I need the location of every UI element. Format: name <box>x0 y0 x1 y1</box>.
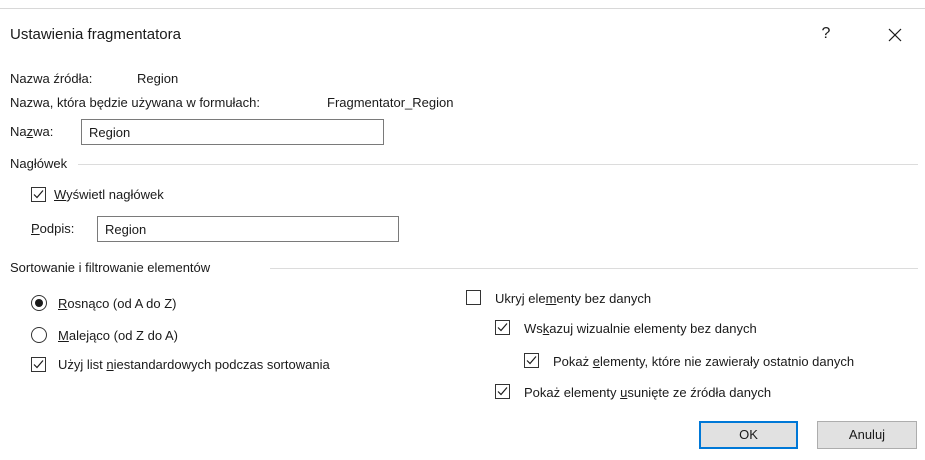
checkmark-icon <box>33 190 44 199</box>
slicer-settings-dialog: Ustawienia fragmentatora ? Nazwa źródła:… <box>0 0 925 460</box>
help-icon: ? <box>821 25 831 42</box>
show-header-checkbox[interactable] <box>31 187 46 202</box>
show-deleted-items-checkbox[interactable] <box>495 384 510 399</box>
checkmark-icon <box>526 356 537 365</box>
radio-selected-dot <box>35 299 43 307</box>
formula-name-label: Nazwa, która będzie używana w formułach: <box>10 95 261 110</box>
ok-button[interactable]: OK <box>699 421 798 449</box>
show-header-label[interactable]: Wyświetl nagłówek <box>54 187 164 202</box>
sort-ascending-label[interactable]: Rosnąco (od A do Z) <box>58 296 177 311</box>
title-bar: Ustawienia fragmentatora ? <box>0 8 925 58</box>
formula-name-value: Fragmentator_Region <box>327 95 454 110</box>
close-button[interactable] <box>875 21 915 49</box>
help-button[interactable]: ? <box>812 21 840 47</box>
custom-lists-label[interactable]: Użyj list niestandardowych podczas sorto… <box>58 357 330 372</box>
name-input[interactable] <box>81 119 384 145</box>
checkmark-icon <box>497 387 508 396</box>
sort-descending-radio[interactable] <box>31 327 47 343</box>
sort-descending-label[interactable]: Malejąco (od Z do A) <box>58 328 178 343</box>
header-group-divider <box>78 164 918 165</box>
sort-group-divider <box>270 268 918 269</box>
custom-lists-checkbox[interactable] <box>31 357 46 372</box>
show-deleted-items-label[interactable]: Pokaż elementy usunięte ze źródła danych <box>524 385 771 400</box>
checkmark-icon <box>33 360 44 369</box>
dialog-title: Ustawienia fragmentatora <box>10 26 181 43</box>
indicate-items-no-data-checkbox[interactable] <box>495 320 510 335</box>
caption-input[interactable] <box>97 216 399 242</box>
sort-ascending-radio[interactable] <box>31 295 47 311</box>
sort-group-title: Sortowanie i filtrowanie elementów <box>10 260 211 275</box>
show-items-no-data-last-label[interactable]: Pokaż elementy, które nie zawierały osta… <box>553 354 854 369</box>
hide-items-no-data-checkbox[interactable] <box>466 290 481 305</box>
indicate-items-no-data-label[interactable]: Wskazuj wizualnie elementy bez danych <box>524 321 757 336</box>
name-label: Nazwa: <box>10 124 54 139</box>
source-name-label: Nazwa źródła: <box>10 71 93 86</box>
checkmark-icon <box>497 323 508 332</box>
show-items-no-data-last-checkbox[interactable] <box>524 353 539 368</box>
hide-items-no-data-label[interactable]: Ukryj elementy bez danych <box>495 291 651 306</box>
header-group-title: Nagłówek <box>10 156 68 171</box>
caption-label: Podpis: <box>31 221 75 236</box>
source-name-value: Region <box>137 71 179 86</box>
close-icon <box>888 28 902 42</box>
cancel-button[interactable]: Anuluj <box>817 421 917 449</box>
